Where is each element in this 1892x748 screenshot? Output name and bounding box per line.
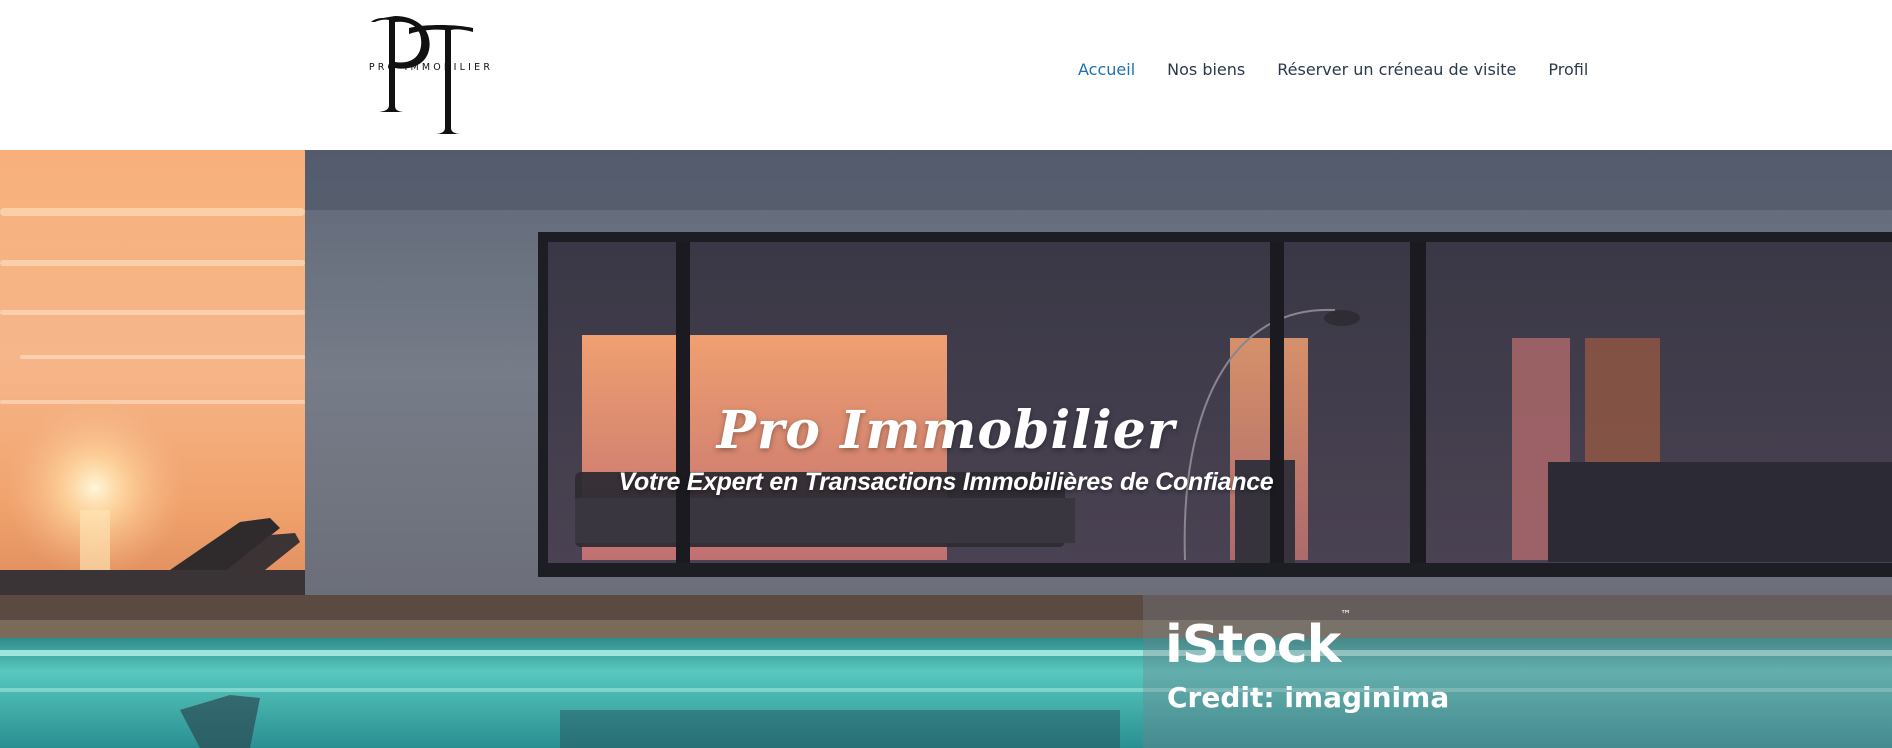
watermark-trademark: ™ [1340,607,1351,621]
nav-link-reserver-visite[interactable]: Réserver un créneau de visite [1277,60,1516,79]
stock-watermark: iStock™ Credit: imaginima [1143,595,1892,748]
site-header: PRO IMMOBILIER Accueil Nos biens Réserve… [0,0,1892,150]
nav-link-accueil[interactable]: Accueil [1078,60,1135,79]
hero-title: Pro Immobilier [716,400,1176,461]
logo[interactable]: PRO IMMOBILIER [355,10,505,135]
hero-subtitle: Votre Expert en Transactions Immobilière… [618,468,1274,496]
watermark-brand: iStock™ [1165,607,1351,675]
hero-banner: Pro Immobilier Votre Expert en Transacti… [0,150,1892,748]
nav-link-profil[interactable]: Profil [1548,60,1588,79]
watermark-credit: Credit: imaginima [1167,681,1450,714]
nav-link-nos-biens[interactable]: Nos biens [1167,60,1245,79]
main-nav: Accueil Nos biens Réserver un créneau de… [1078,60,1588,79]
logo-text: PRO IMMOBILIER [368,62,494,73]
